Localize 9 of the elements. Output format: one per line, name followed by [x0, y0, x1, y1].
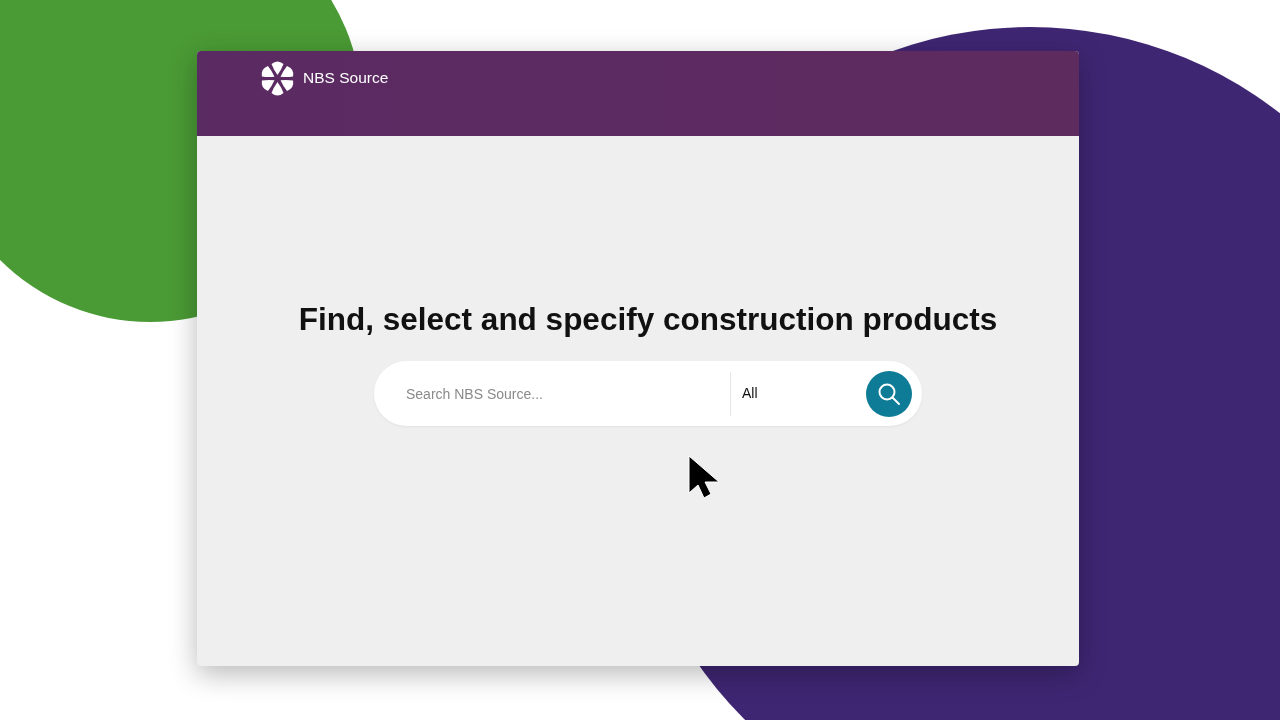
page-heading: Find, select and specify construction products: [298, 300, 998, 338]
search-button[interactable]: [866, 370, 912, 417]
search-icon: [877, 381, 901, 406]
scope-dropdown[interactable]: All: [742, 383, 758, 404]
search-bar[interactable]: Search NBS Source... All: [374, 361, 922, 426]
flower-logo-icon: [259, 60, 296, 97]
search-field[interactable]: Search NBS Source...: [378, 373, 730, 414]
logo-text: NBS Source: [303, 69, 389, 87]
mouse-pointer-icon: [688, 455, 721, 499]
